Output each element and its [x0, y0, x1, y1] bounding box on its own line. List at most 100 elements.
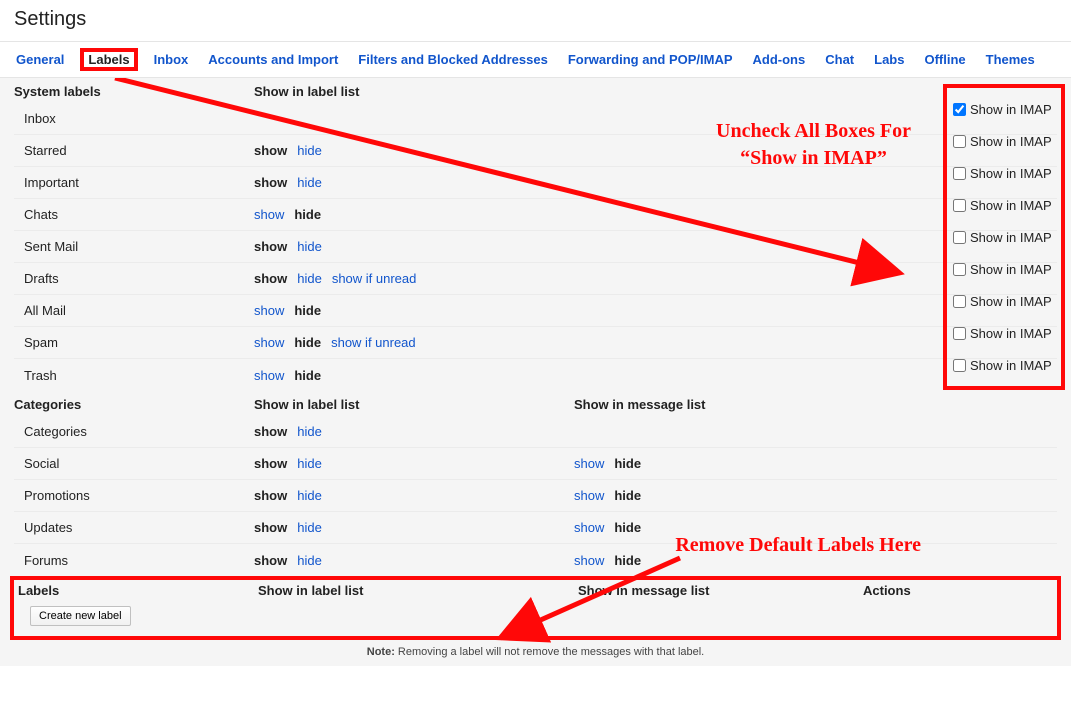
header-system-labels: System labels	[14, 84, 254, 99]
section-header-system: System labels Show in label list	[14, 78, 1057, 103]
show-in-imap-row[interactable]: Show in IMAP	[953, 253, 1055, 285]
show-in-imap-label: Show in IMAP	[970, 166, 1052, 181]
tab-chat[interactable]: Chat	[823, 48, 856, 71]
show-in-imap-checkbox[interactable]	[953, 263, 966, 276]
label-name: Trash	[14, 368, 254, 383]
header-labels-show-list: Show in label list	[258, 583, 578, 598]
show-in-imap-checkbox[interactable]	[953, 359, 966, 372]
header-categories: Categories	[14, 397, 254, 412]
tab-labels[interactable]: Labels	[82, 48, 135, 71]
system-row: Importantshow hide	[14, 167, 1057, 199]
show-if-unread-link[interactable]: show if unread	[332, 271, 417, 286]
show-in-imap-checkbox[interactable]	[953, 327, 966, 340]
tabs-bar: General Labels Inbox Accounts and Import Fil…	[0, 41, 1071, 78]
label-name: Chats	[14, 207, 254, 222]
msg-show-link[interactable]: show	[574, 553, 604, 568]
show-in-imap-checkbox[interactable]	[953, 231, 966, 244]
show-in-imap-row[interactable]: Show in IMAP	[953, 93, 1055, 125]
header-show-in-message-list: Show in message list	[574, 397, 859, 412]
msg-hide-link: hide	[614, 488, 641, 503]
show-in-imap-row[interactable]: Show in IMAP	[953, 189, 1055, 221]
show-link: show	[254, 175, 287, 190]
system-row: Inbox	[14, 103, 1057, 135]
category-row: Categoriesshowhide	[14, 416, 1057, 448]
system-row: Draftsshowhideshow if unread	[14, 263, 1057, 295]
hide-link[interactable]: hide	[297, 456, 322, 471]
show-in-imap-checkbox[interactable]	[953, 167, 966, 180]
msg-show-link[interactable]: show	[574, 520, 604, 535]
show-in-imap-label: Show in IMAP	[970, 102, 1052, 117]
show-in-imap-label: Show in IMAP	[970, 358, 1052, 373]
tab-inbox[interactable]: Inbox	[152, 48, 191, 71]
show-link: show	[254, 553, 287, 568]
show-in-imap-row[interactable]: Show in IMAP	[953, 221, 1055, 253]
tab-labs[interactable]: Labs	[872, 48, 906, 71]
show-if-unread-link[interactable]: show if unread	[331, 335, 416, 350]
tab-add-ons[interactable]: Add-ons	[751, 48, 808, 71]
label-name: Updates	[14, 520, 254, 535]
tab-offline[interactable]: Offline	[922, 48, 967, 71]
hide-link: hide	[294, 207, 321, 222]
show-link[interactable]: show	[254, 368, 284, 383]
show-link[interactable]: show	[254, 303, 284, 318]
show-in-imap-label: Show in IMAP	[970, 230, 1052, 245]
hide-link[interactable]: hide	[297, 488, 322, 503]
hide-link[interactable]: hide	[297, 553, 322, 568]
header-labels-show-msg: Show in message list	[578, 583, 863, 598]
hide-link[interactable]: hide	[297, 520, 322, 535]
tab-filters-and-blocked-addresses[interactable]: Filters and Blocked Addresses	[356, 48, 550, 71]
tab-forwarding-and-pop-imap[interactable]: Forwarding and POP/IMAP	[566, 48, 735, 71]
note-text: Removing a label will not remove the mes…	[395, 646, 704, 658]
show-in-imap-column: Show in IMAPShow in IMAPShow in IMAPShow…	[943, 84, 1065, 390]
tab-themes[interactable]: Themes	[984, 48, 1037, 71]
hide-link[interactable]: hide	[297, 239, 322, 254]
hide-link[interactable]: hide	[297, 175, 322, 190]
header-labels: Labels	[18, 583, 258, 598]
show-link: show	[254, 520, 287, 535]
show-in-imap-row[interactable]: Show in IMAP	[953, 349, 1055, 381]
system-row: Chatsshow hide	[14, 199, 1057, 231]
hide-link: hide	[294, 303, 321, 318]
show-in-imap-checkbox[interactable]	[953, 135, 966, 148]
label-name: All Mail	[14, 303, 254, 318]
system-row: Trashshow hide	[14, 359, 1057, 391]
hide-link: hide	[294, 368, 321, 383]
section-header-labels: Labels Show in label list Show in messag…	[18, 581, 1053, 602]
show-link[interactable]: show	[254, 207, 284, 222]
msg-hide-link: hide	[614, 520, 641, 535]
show-in-imap-label: Show in IMAP	[970, 134, 1052, 149]
create-new-label-button[interactable]: Create new label	[30, 606, 131, 626]
hide-link[interactable]: hide	[297, 271, 322, 286]
system-row: Spamshow hide show if unread	[14, 327, 1057, 359]
page-title: Settings	[0, 0, 1071, 41]
tab-accounts-and-import[interactable]: Accounts and Import	[206, 48, 340, 71]
category-row: Updatesshowhideshowhide	[14, 512, 1057, 544]
show-in-imap-row[interactable]: Show in IMAP	[953, 285, 1055, 317]
show-in-imap-row[interactable]: Show in IMAP	[953, 125, 1055, 157]
hide-link[interactable]: hide	[297, 143, 322, 158]
label-name: Sent Mail	[14, 239, 254, 254]
msg-show-link[interactable]: show	[574, 456, 604, 471]
show-in-imap-label: Show in IMAP	[970, 198, 1052, 213]
show-in-imap-row[interactable]: Show in IMAP	[953, 317, 1055, 349]
footer-note: Note: Removing a label will not remove t…	[14, 640, 1057, 660]
show-link[interactable]: show	[254, 335, 284, 350]
show-in-imap-checkbox[interactable]	[953, 103, 966, 116]
label-name: Spam	[14, 335, 254, 350]
show-in-imap-checkbox[interactable]	[953, 295, 966, 308]
hide-link[interactable]: hide	[297, 424, 322, 439]
hide-link: hide	[294, 335, 321, 350]
show-in-imap-checkbox[interactable]	[953, 199, 966, 212]
label-name: Promotions	[14, 488, 254, 503]
header-show-in-label-list-cat: Show in label list	[254, 397, 574, 412]
system-row: Starredshowhide	[14, 135, 1057, 167]
show-in-imap-row[interactable]: Show in IMAP	[953, 157, 1055, 189]
msg-hide-link: hide	[614, 456, 641, 471]
label-name: Drafts	[14, 271, 254, 286]
section-header-categories: Categories Show in label list Show in me…	[14, 391, 1057, 416]
msg-show-link[interactable]: show	[574, 488, 604, 503]
label-name: Important	[14, 175, 254, 190]
show-in-imap-label: Show in IMAP	[970, 326, 1052, 341]
tab-general[interactable]: General	[14, 48, 66, 71]
category-row: Socialshowhideshowhide	[14, 448, 1057, 480]
